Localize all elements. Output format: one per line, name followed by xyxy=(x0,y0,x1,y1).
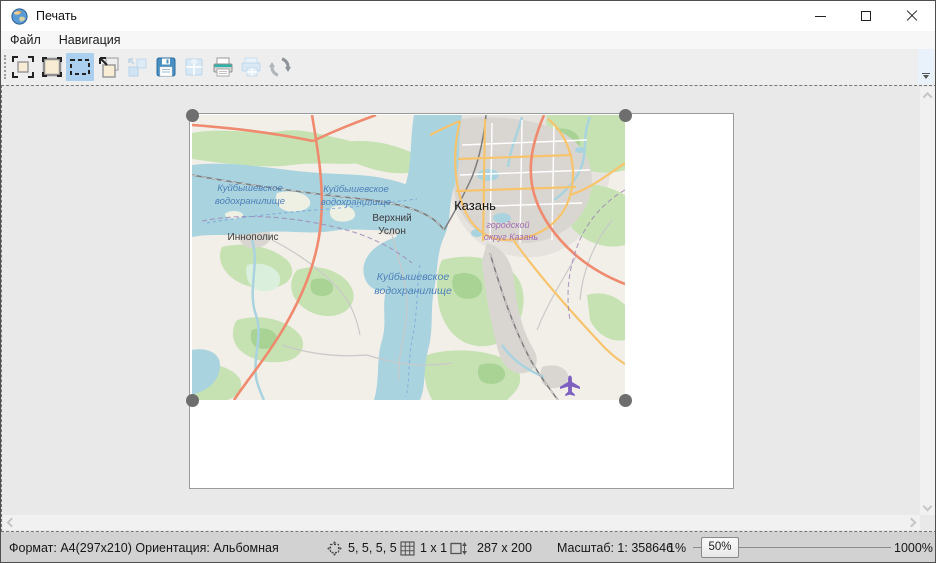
save-tiles-icon-disabled xyxy=(182,55,206,79)
refresh-icon xyxy=(268,55,292,79)
globe-icon xyxy=(11,8,28,25)
city-label-kazan: Казань xyxy=(454,198,496,213)
scroll-up-icon[interactable] xyxy=(923,92,933,102)
toolbar xyxy=(1,49,935,85)
reservoir-label: водохранилище xyxy=(374,285,452,297)
selection-handle-bottom-right[interactable] xyxy=(619,394,632,407)
page-size-icon xyxy=(450,541,467,556)
vertical-scrollbar[interactable] xyxy=(920,87,935,515)
close-icon xyxy=(906,10,918,22)
frame-object-icon xyxy=(40,55,64,79)
grid-value: 1 x 1 xyxy=(420,532,447,563)
map-object[interactable]: Куйбышевское водохранилище Куйбышевское … xyxy=(192,115,625,400)
move-object-icon xyxy=(97,55,121,79)
maximize-button[interactable] xyxy=(843,1,889,31)
titlebar: Печать xyxy=(1,1,935,31)
menu-file[interactable]: Файл xyxy=(1,32,50,48)
reservoir-label: водохранилище xyxy=(321,197,391,208)
svg-text:городской: городской xyxy=(486,220,529,230)
reservoir-label: Куйбышевское xyxy=(217,183,283,194)
fit-frame-button[interactable] xyxy=(9,53,37,81)
maximize-icon xyxy=(861,11,871,21)
close-button[interactable] xyxy=(889,1,935,31)
reservoir-label: водохранилище xyxy=(215,196,285,207)
selection-handle-top-right[interactable] xyxy=(619,109,632,122)
window-title: Печать xyxy=(36,9,77,23)
scroll-left-icon[interactable] xyxy=(7,518,17,528)
selection-tool-button[interactable] xyxy=(66,53,94,81)
save-tiles-button xyxy=(180,53,208,81)
town-label-innopolis: Иннополис xyxy=(228,232,279,243)
reservoir-label: Куйбышевское xyxy=(377,271,450,283)
margins-icon xyxy=(327,541,342,556)
print-tiles-button xyxy=(237,53,265,81)
selection-handle-bottom-left[interactable] xyxy=(186,394,199,407)
format-orientation-label: Формат: A4(297x210) Ориентация: Альбомна… xyxy=(9,532,279,563)
scroll-right-icon[interactable] xyxy=(907,518,917,528)
grid-icon xyxy=(400,541,415,556)
toolbar-overflow-button[interactable] xyxy=(918,49,934,84)
arrange-tiles-icon-disabled xyxy=(125,55,149,79)
frame-object-button[interactable] xyxy=(38,53,66,81)
town-label-verkhny-uslon: Верхний xyxy=(372,213,411,224)
toolbar-gripper[interactable] xyxy=(4,55,6,79)
fit-frame-icon xyxy=(11,55,35,79)
zoom-min-label: 1% xyxy=(668,532,686,563)
statusbar: Формат: A4(297x210) Ориентация: Альбомна… xyxy=(1,532,936,563)
scroll-down-icon[interactable] xyxy=(923,502,933,512)
print-window: Печать Файл Навигация xyxy=(0,0,936,563)
arrange-tiles-button xyxy=(123,53,151,81)
selection-icon xyxy=(68,55,92,79)
minimize-icon xyxy=(815,16,826,17)
menu-navigation[interactable]: Навигация xyxy=(50,32,130,48)
page-size-value: 287 x 200 xyxy=(477,532,532,563)
paper-page: Куйбышевское водохранилище Куйбышевское … xyxy=(189,113,734,489)
print-tiles-icon-disabled xyxy=(239,55,263,79)
scale-label: Масштаб: 1: 358646 xyxy=(557,532,673,563)
horizontal-scrollbar[interactable] xyxy=(3,515,920,530)
print-icon xyxy=(211,55,235,79)
print-button[interactable] xyxy=(209,53,237,81)
svg-text:округ Казань: округ Казань xyxy=(484,232,539,242)
minimize-button[interactable] xyxy=(797,1,843,31)
menubar: Файл Навигация xyxy=(1,31,935,49)
move-object-button[interactable] xyxy=(95,53,123,81)
selection-handle-top-left[interactable] xyxy=(186,109,199,122)
save-button[interactable] xyxy=(152,53,180,81)
reservoir-label: Куйбышевское xyxy=(323,184,389,195)
print-preview-canvas: Куйбышевское водохранилище Куйбышевское … xyxy=(1,85,936,532)
chevron-down-icon xyxy=(923,75,929,79)
margins-value: 5, 5, 5, 5 xyxy=(348,532,397,563)
refresh-button[interactable] xyxy=(266,53,294,81)
zoom-slider-thumb[interactable]: 50% xyxy=(701,537,739,558)
town-label-verkhny-uslon: Услон xyxy=(378,226,406,237)
zoom-max-label: 1000% xyxy=(894,532,933,563)
save-icon xyxy=(154,55,178,79)
overflow-line-icon xyxy=(922,73,930,74)
